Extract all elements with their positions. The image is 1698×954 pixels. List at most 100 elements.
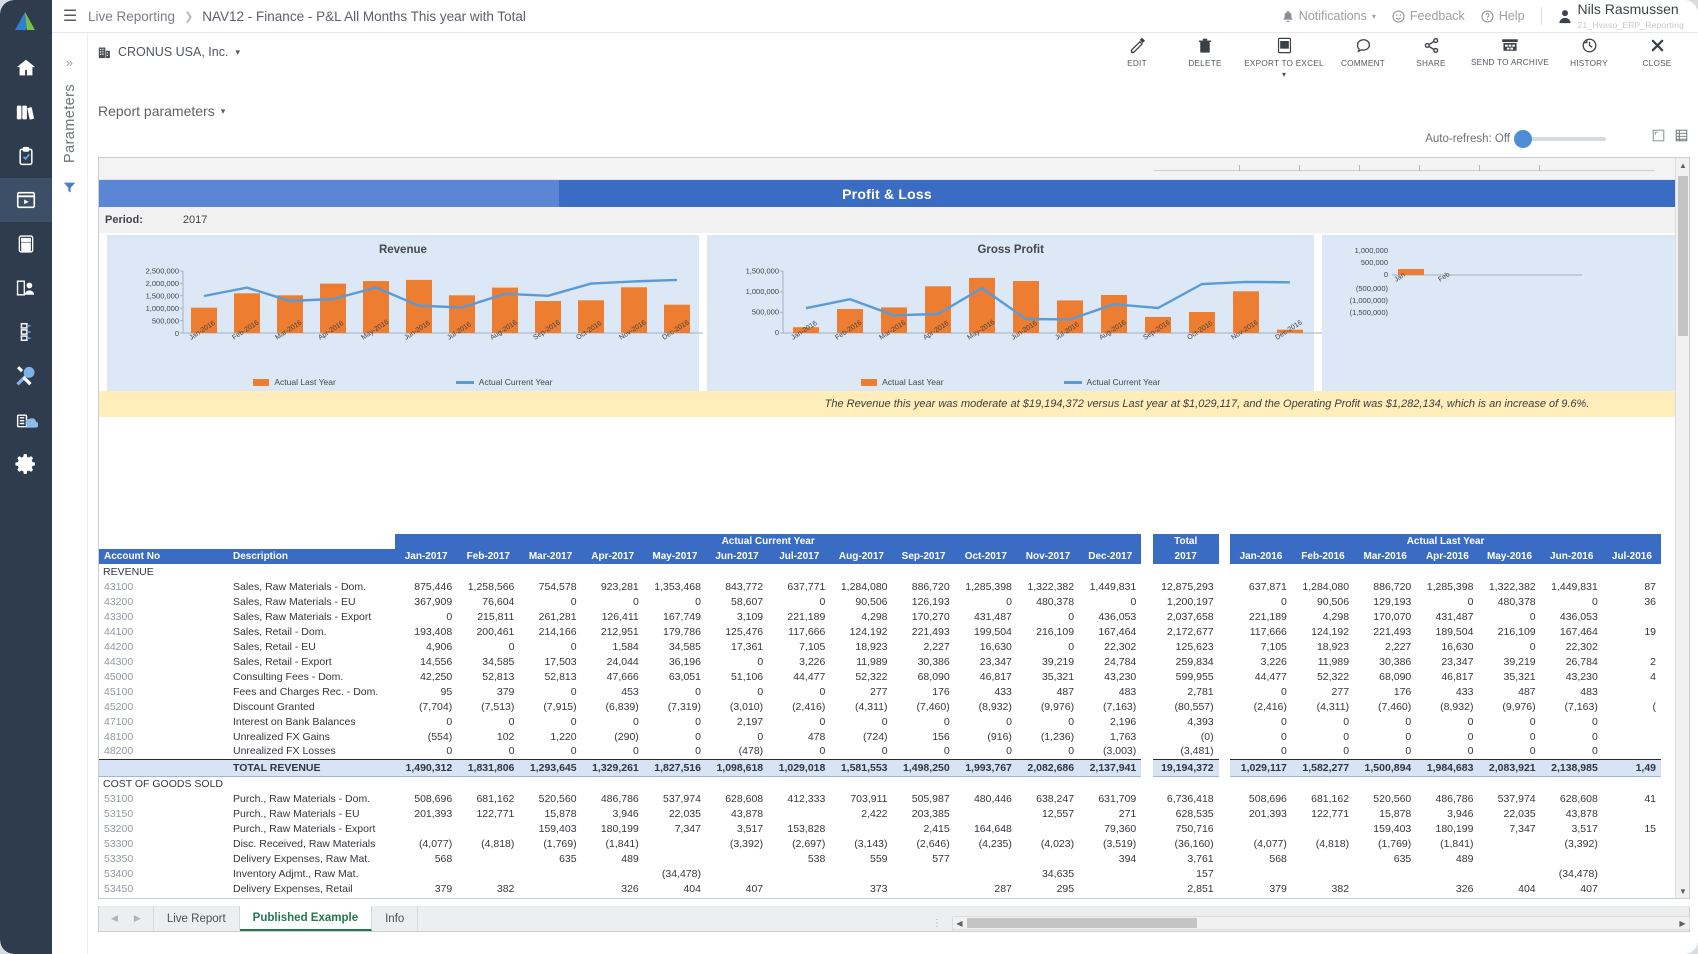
feedback-button[interactable]: Feedback bbox=[1392, 9, 1465, 23]
sidebar-item-workflow[interactable] bbox=[0, 310, 52, 354]
table-row[interactable]: 45000Consulting Fees - Dom.42,25052,8135… bbox=[99, 669, 1661, 684]
column-header[interactable]: Jan-2016 bbox=[1230, 549, 1292, 564]
sidebar-item-calculator[interactable] bbox=[0, 222, 52, 266]
scroll-left-arrow[interactable]: ◀ bbox=[953, 917, 966, 929]
export-to-excel-button[interactable]: X EXPORT TO EXCEL ▾ bbox=[1240, 37, 1328, 79]
company-selector[interactable]: CRONUS USA, Inc. ▾ bbox=[98, 45, 240, 59]
fullscreen-icon[interactable] bbox=[1652, 129, 1665, 142]
column-header[interactable]: Jul-2017 bbox=[768, 549, 830, 564]
next-sheet-icon[interactable]: ▶ bbox=[134, 913, 141, 924]
column-header[interactable]: Mar-2016 bbox=[1354, 549, 1416, 564]
hscrollbar-thumb[interactable] bbox=[967, 918, 1197, 928]
scroll-down-arrow[interactable]: ▼ bbox=[1676, 884, 1690, 898]
share-button[interactable]: SHARE bbox=[1398, 37, 1464, 79]
column-header[interactable]: Sep-2017 bbox=[893, 549, 955, 564]
column-header[interactable]: Apr-2017 bbox=[582, 549, 644, 564]
tab-live-report[interactable]: Live Report bbox=[154, 906, 240, 931]
table-row[interactable]: 53200Purch., Raw Materials - Export159,4… bbox=[99, 821, 1661, 836]
legend-item: Actual Current Year bbox=[1064, 377, 1161, 387]
notifications-button[interactable]: Notifications ▾ bbox=[1282, 9, 1376, 23]
edit-button[interactable]: EDIT bbox=[1104, 37, 1170, 79]
auto-refresh-toggle[interactable] bbox=[1518, 137, 1606, 141]
delete-button[interactable]: DELETE bbox=[1172, 37, 1238, 79]
parameters-strip: » Parameters bbox=[52, 33, 88, 954]
sidebar-item-library[interactable] bbox=[0, 90, 52, 134]
horizontal-scrollbar[interactable]: ◀ ▶ bbox=[952, 916, 1690, 930]
table-row[interactable]: 43200Sales, Raw Materials - EU367,90976,… bbox=[99, 594, 1661, 609]
auto-refresh-control[interactable]: Auto-refresh: Off bbox=[1425, 133, 1606, 145]
table-row[interactable]: 44200Sales, Retail - EU4,906001,58434,58… bbox=[99, 639, 1661, 654]
table-row[interactable]: 43300Sales, Raw Materials - Export0215,8… bbox=[99, 609, 1661, 624]
scrollbar-thumb[interactable] bbox=[1678, 176, 1688, 336]
value-cell: (9,976) bbox=[1478, 699, 1540, 714]
value-cell: 149,837 bbox=[1230, 896, 1292, 898]
svg-text:2,000,000: 2,000,000 bbox=[146, 279, 179, 288]
column-header[interactable]: Jun-2016 bbox=[1541, 549, 1603, 564]
resize-handle[interactable]: ⋮ bbox=[932, 918, 942, 929]
prev-sheet-icon[interactable]: ◀ bbox=[111, 913, 118, 924]
table-row[interactable]: 43100Sales, Raw Materials - Dom.875,4461… bbox=[99, 579, 1661, 594]
table-row[interactable]: 53300Disc. Received, Raw Materials(4,077… bbox=[99, 836, 1661, 851]
column-header[interactable]: May-2016 bbox=[1478, 549, 1540, 564]
sidebar-item-tasks[interactable] bbox=[0, 134, 52, 178]
table-row[interactable]: 45200Discount Granted(7,704)(7,513)(7,91… bbox=[99, 699, 1661, 714]
sidebar-item-data-cloud[interactable] bbox=[0, 398, 52, 442]
grid-view-icon[interactable] bbox=[1675, 129, 1688, 142]
column-header[interactable]: Nov-2017 bbox=[1017, 549, 1079, 564]
scroll-up-arrow[interactable]: ▲ bbox=[1676, 158, 1690, 172]
column-header[interactable]: Feb-2017 bbox=[457, 549, 519, 564]
column-header[interactable]: Dec-2017 bbox=[1079, 549, 1141, 564]
column-header[interactable]: Account No bbox=[99, 549, 228, 564]
column-header[interactable]: Aug-2017 bbox=[830, 549, 892, 564]
sidebar-item-tools[interactable] bbox=[0, 354, 52, 398]
help-button[interactable]: Help bbox=[1481, 9, 1525, 23]
table-row[interactable]: 48100Unrealized FX Gains(554)1021,220(29… bbox=[99, 729, 1661, 744]
user-menu[interactable]: Nils Rasmussen 21_Hvaso_ERP_Reporting bbox=[1558, 2, 1684, 31]
history-button[interactable]: HISTORY bbox=[1556, 37, 1622, 79]
filter-icon[interactable] bbox=[63, 181, 76, 194]
table-row[interactable]: 54100Purch., Retail - Dom.149,837156,543… bbox=[99, 896, 1661, 898]
column-header[interactable]: Feb-2016 bbox=[1292, 549, 1354, 564]
table-section-row[interactable]: COST OF GOODS SOLD bbox=[99, 776, 1661, 791]
column-header[interactable]: Apr-2016 bbox=[1416, 549, 1478, 564]
table-total-row[interactable]: TOTAL REVENUE1,490,3121,831,8061,293,645… bbox=[99, 759, 1661, 776]
table-row[interactable]: 47100Interest on Bank Balances000002,197… bbox=[99, 714, 1661, 729]
table-section-row[interactable]: REVENUE bbox=[99, 564, 1661, 579]
profit-loss-table-wrap[interactable]: Actual Current YearTotalActual Last Year… bbox=[99, 534, 1661, 898]
column-header[interactable]: Jul-2016 bbox=[1603, 549, 1661, 564]
table-row[interactable]: 53400Inventory Adjmt., Raw Mat.(34,478)3… bbox=[99, 866, 1661, 881]
send-to-archive-button[interactable]: SEND TO ARCHIVE bbox=[1466, 37, 1554, 79]
scroll-right-arrow[interactable]: ▶ bbox=[1676, 917, 1689, 929]
column-header[interactable]: May-2017 bbox=[644, 549, 706, 564]
vertical-scrollbar[interactable]: ▲ ▼ bbox=[1675, 158, 1689, 898]
sidebar-item-settings[interactable] bbox=[0, 442, 52, 486]
table-row[interactable]: 44100Sales, Retail - Dom.193,408200,4612… bbox=[99, 624, 1661, 639]
column-header[interactable]: Oct-2017 bbox=[955, 549, 1017, 564]
hamburger-menu-icon[interactable]: ☰ bbox=[52, 0, 88, 33]
column-header[interactable]: Jun-2017 bbox=[706, 549, 768, 564]
table-row[interactable]: 53150Purch., Raw Materials - EU201,39312… bbox=[99, 806, 1661, 821]
column-header[interactable]: Description bbox=[228, 549, 395, 564]
comment-button[interactable]: COMMENT bbox=[1330, 37, 1396, 79]
tab-published-example[interactable]: Published Example bbox=[240, 906, 372, 931]
table-row[interactable]: 45100Fees and Charges Rec. - Dom.9537904… bbox=[99, 684, 1661, 699]
table-row[interactable]: 53100Purch., Raw Materials - Dom.508,696… bbox=[99, 791, 1661, 806]
table-row[interactable]: 53350Delivery Expenses, Raw Mat.56863548… bbox=[99, 851, 1661, 866]
column-header[interactable]: 2017 bbox=[1153, 549, 1219, 564]
table-row[interactable]: 53450Delivery Expenses, Retail3793823264… bbox=[99, 881, 1661, 896]
sheet-nav-arrows[interactable]: ◀ ▶ bbox=[99, 906, 154, 931]
sidebar-item-reports[interactable] bbox=[0, 178, 52, 222]
breadcrumb-root[interactable]: Live Reporting bbox=[88, 9, 175, 24]
column-header[interactable]: Jan-2017 bbox=[395, 549, 457, 564]
sidebar-item-contacts[interactable] bbox=[0, 266, 52, 310]
table-row[interactable]: 48200Unrealized FX Losses00000(478)00000… bbox=[99, 744, 1661, 759]
total-cell: 1,831,806 bbox=[457, 759, 519, 776]
report-parameters-toggle[interactable]: Report parameters ▾ bbox=[98, 103, 225, 119]
tab-info[interactable]: Info bbox=[372, 906, 418, 931]
table-row[interactable]: 44300Sales, Retail - Export14,55634,5851… bbox=[99, 654, 1661, 669]
value-cell: 638,247 bbox=[1017, 791, 1079, 806]
column-header[interactable]: Mar-2017 bbox=[519, 549, 581, 564]
close-button[interactable]: CLOSE bbox=[1624, 37, 1690, 79]
sidebar-item-home[interactable] bbox=[0, 46, 52, 90]
expand-parameters-icon[interactable]: » bbox=[66, 55, 73, 70]
